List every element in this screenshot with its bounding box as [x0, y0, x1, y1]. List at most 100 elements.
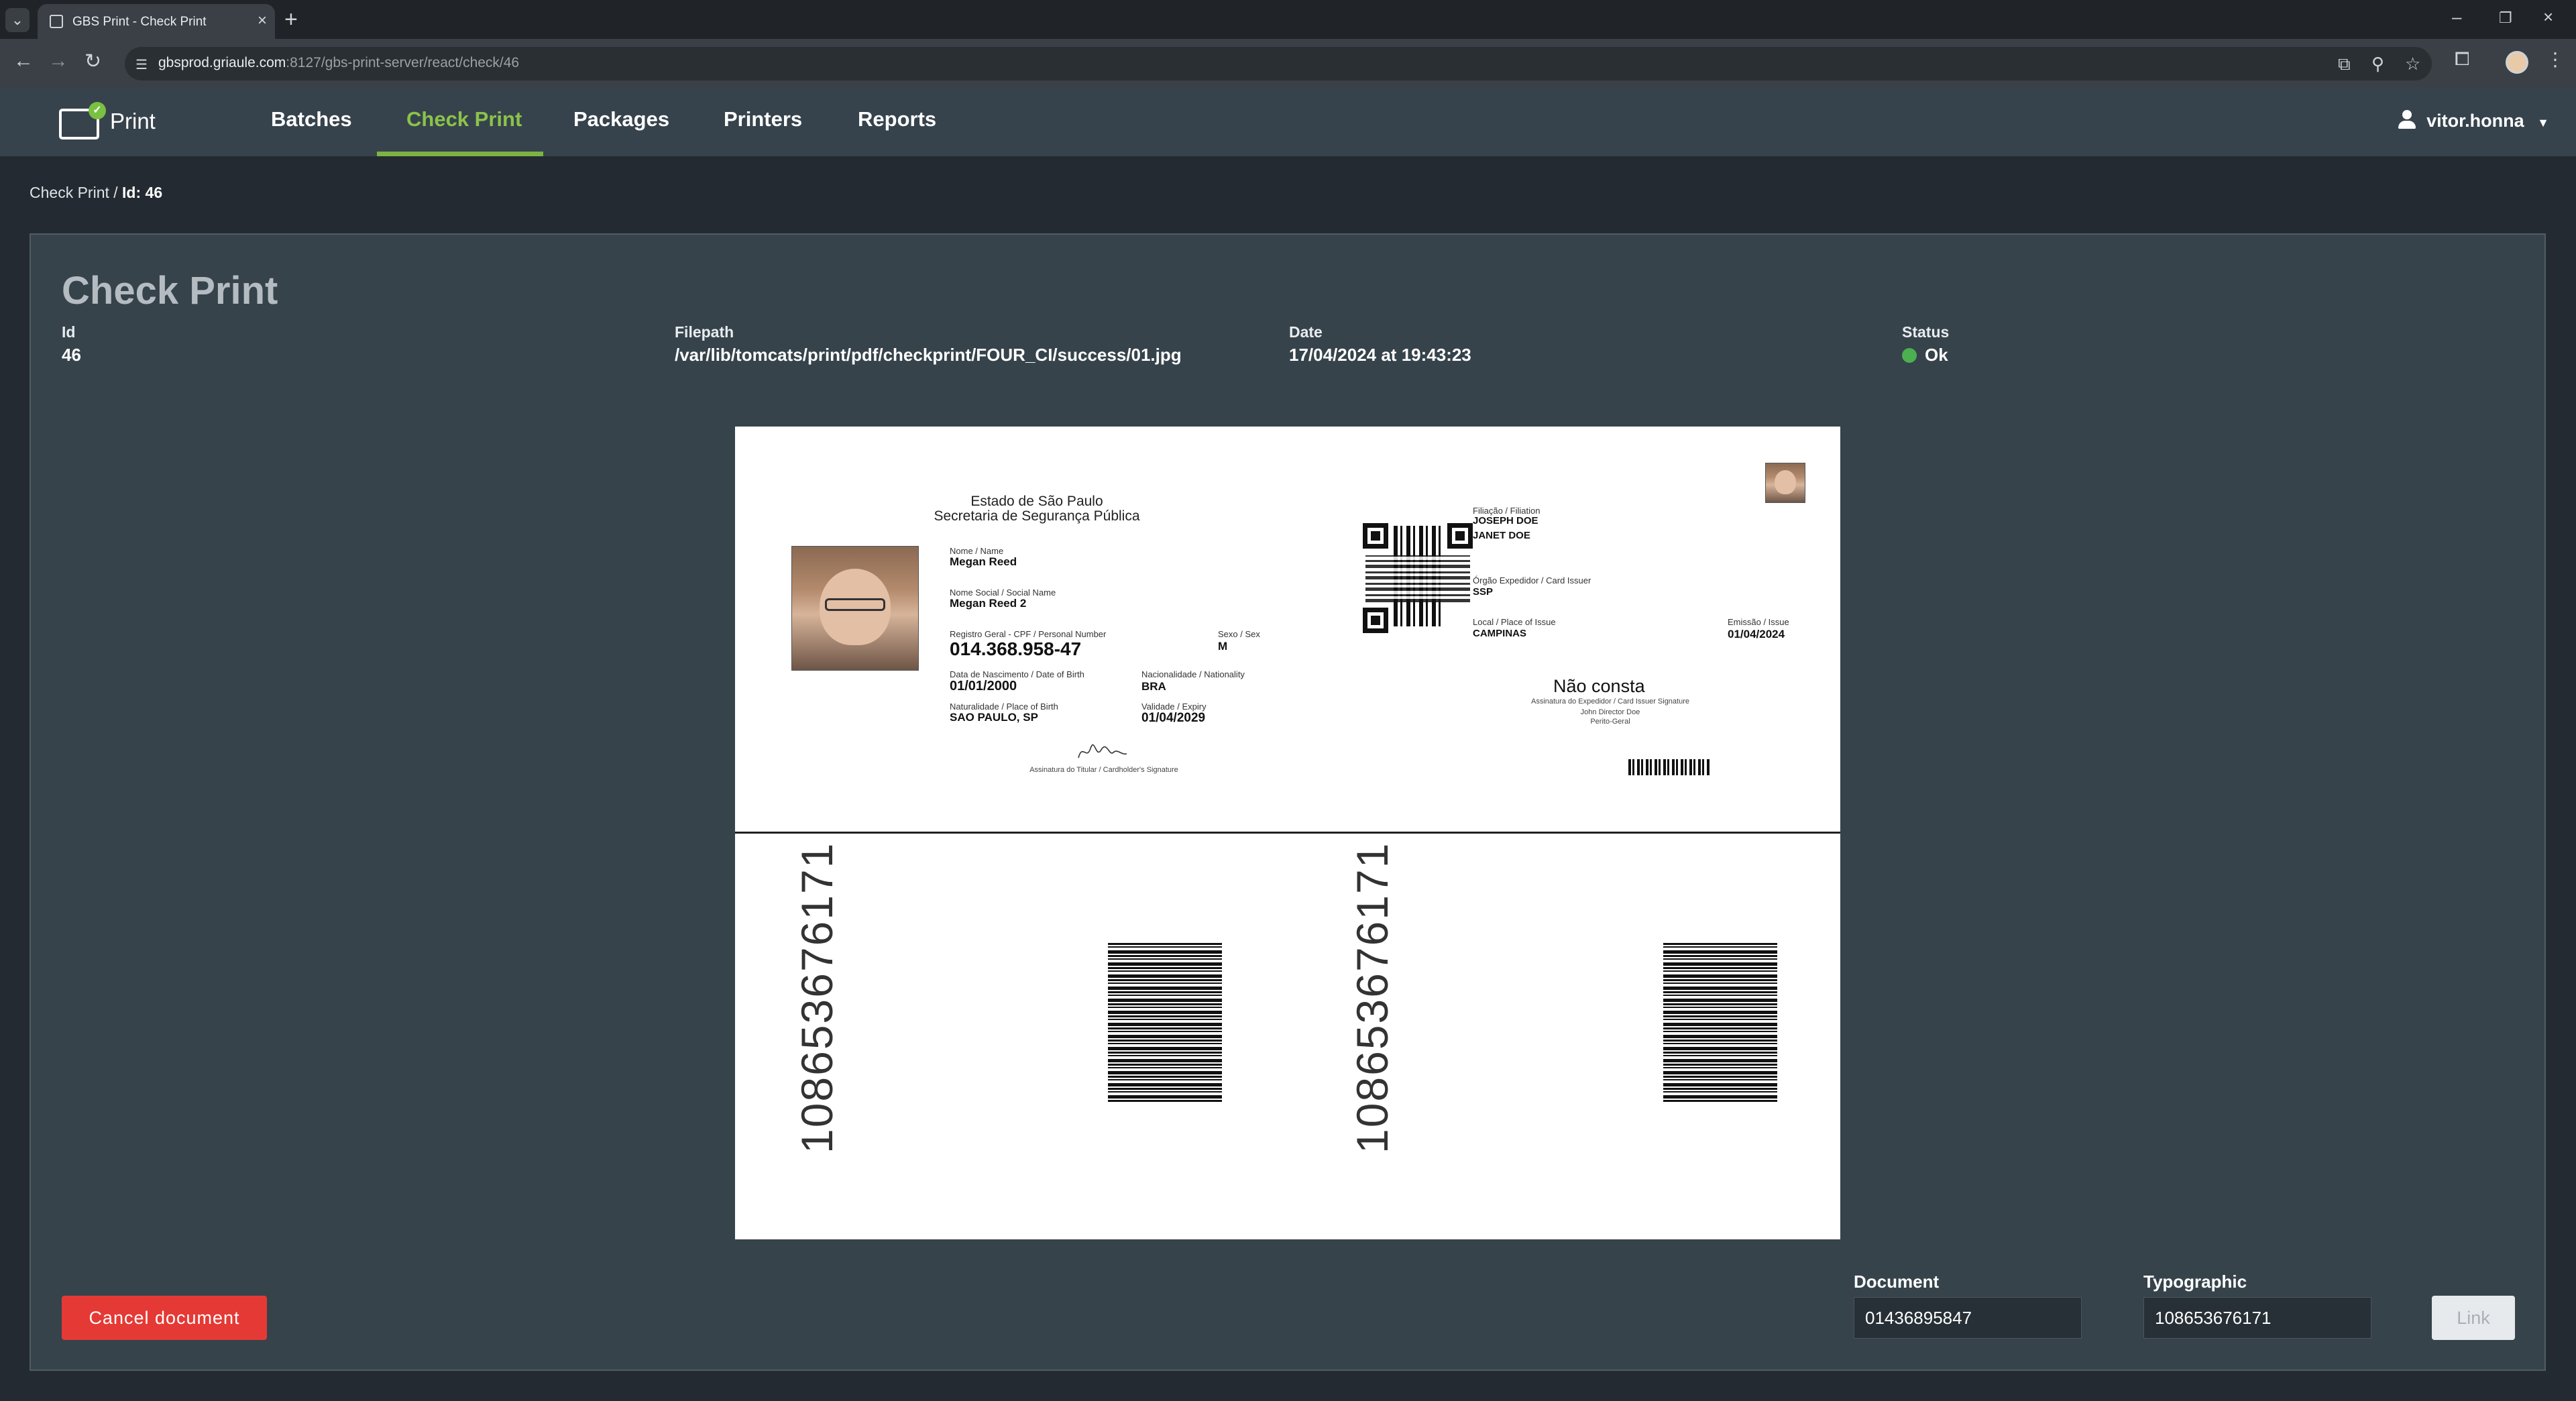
photo-face-small — [1774, 470, 1797, 495]
card-filiation-label: Filiação / Filiation — [1473, 506, 1541, 516]
caret-down-icon: ▼ — [2537, 116, 2549, 129]
zoom-icon[interactable]: ⚲ — [2371, 54, 2384, 74]
profile-avatar-icon[interactable] — [2506, 51, 2528, 74]
filepath-value: /var/lib/tomcats/print/pdf/checkprint/FO… — [675, 345, 1182, 365]
breadcrumb: Check Print / Id: 46 — [30, 184, 162, 202]
card-issuer-sig-label: Assinatura do Expedidor / Card Issuer Si… — [1530, 697, 1690, 706]
card-issuer-label: Órgão Expedidor / Card Issuer — [1473, 575, 1591, 585]
card-dob-value: 01/01/2000 — [950, 679, 1017, 693]
card-name-value: Megan Reed — [950, 555, 1017, 568]
card-cpf-label: Registro Geral - CPF / Personal Number — [950, 629, 1107, 639]
logo-text: Print — [110, 109, 156, 133]
install-app-icon[interactable]: ⧉ — [2338, 54, 2351, 75]
date-label: Date — [1289, 323, 1323, 341]
typographic-input[interactable]: 108653676171 — [2143, 1297, 2371, 1339]
card-filiation-1: JOSEPH DOE — [1473, 515, 1538, 526]
card-expiry-label: Validade / Expiry — [1141, 702, 1207, 712]
barcode-number-2: 108653676171 — [1347, 842, 1397, 1154]
extensions-icon[interactable]: ⧠ — [2455, 48, 2469, 70]
active-nav-indicator — [377, 152, 543, 156]
card-social-value: Megan Reed 2 — [950, 597, 1027, 610]
browser-tab[interactable]: GBS Print - Check Print × — [38, 4, 275, 39]
tab-close-icon[interactable]: × — [258, 11, 267, 30]
card-preview-image: Estado de São Paulo Secretaria de Segura… — [735, 427, 1840, 1239]
nav-printers[interactable]: Printers — [724, 107, 802, 131]
breadcrumb-separator: / — [113, 184, 118, 201]
user-icon — [2397, 110, 2417, 130]
card-issuer-line2: Secretaria de Segurança Pública — [934, 508, 1140, 524]
new-tab-icon[interactable]: + — [284, 7, 298, 33]
page-title: Check Print — [62, 269, 278, 313]
back-icon[interactable]: ← — [13, 50, 34, 72]
cancel-document-button[interactable]: Cancel document — [62, 1296, 267, 1340]
breadcrumb-current: Id: 46 — [122, 184, 163, 201]
tab-search-button[interactable]: ⌄ — [5, 8, 30, 32]
status-value: Ok — [1902, 345, 1948, 366]
check-badge-icon: ✓ — [89, 102, 106, 119]
card-sex-value: M — [1218, 640, 1228, 653]
check-print-panel: Check Print Id 46 Filepath /var/lib/tomc… — [30, 233, 2546, 1371]
card-social-label: Nome Social / Social Name — [950, 587, 1056, 598]
tab-favicon-icon — [50, 15, 63, 28]
filepath-label: Filepath — [675, 323, 734, 341]
card-place-issue-label: Local / Place of Issue — [1473, 617, 1556, 627]
card-nao-consta: Não consta — [1553, 676, 1645, 696]
photo-glasses — [824, 598, 886, 611]
card-issuer-name: John Director Doe — [1580, 708, 1640, 716]
link-button[interactable]: Link — [2432, 1296, 2515, 1340]
card-issuer-line1: Estado de São Paulo — [970, 494, 1103, 509]
forward-icon[interactable]: → — [48, 50, 68, 72]
card-sex-label: Sexo / Sex — [1218, 629, 1260, 639]
app-logo[interactable]: ✓ — [59, 102, 106, 139]
qr-code-image — [1363, 523, 1473, 633]
restore-icon[interactable]: ❐ — [2499, 9, 2512, 27]
window-close-icon[interactable]: × — [2543, 7, 2553, 27]
card-name-label: Nome / Name — [950, 546, 1004, 556]
date-value: 17/04/2024 at 19:43:23 — [1289, 345, 1471, 365]
nav-batches[interactable]: Batches — [271, 107, 352, 131]
minimize-icon[interactable]: – — [2452, 7, 2461, 27]
card-pob-value: SAO PAULO, SP — [950, 711, 1038, 724]
nav-packages[interactable]: Packages — [573, 107, 669, 131]
document-label: Document — [1854, 1272, 1940, 1292]
card-filiation-2: JANET DOE — [1473, 530, 1530, 541]
id-value: 46 — [62, 345, 81, 365]
id-label: Id — [62, 323, 76, 341]
card-side-divider — [735, 832, 1840, 834]
barcode-2-image — [1663, 943, 1777, 1103]
card-expiry-value: 01/04/2029 — [1141, 711, 1206, 725]
url-text: gbsprod.griaule.com:8127/gbs-print-serve… — [158, 55, 520, 70]
card-issue-value: 01/04/2024 — [1728, 628, 1785, 640]
card-nationality-value: BRA — [1141, 680, 1166, 693]
address-bar[interactable]: ☰ gbsprod.griaule.com:8127/gbs-print-ser… — [125, 47, 2432, 80]
user-menu[interactable]: vitor.honna ▼ — [2397, 110, 2549, 131]
card-holder-sig-label: Assinatura do Titular / Cardholder's Sig… — [1029, 766, 1178, 774]
browser-toolbar: ← → ↻ ☰ gbsprod.griaule.com:8127/gbs-pri… — [0, 39, 2576, 87]
card-nationality-label: Nacionalidade / Nationality — [1141, 669, 1245, 679]
bookmark-star-icon[interactable]: ☆ — [2405, 54, 2420, 74]
card-cpf-value: 014.368.958-47 — [950, 638, 1082, 659]
card-place-issue-value: CAMPINAS — [1473, 628, 1527, 639]
status-label: Status — [1902, 323, 1950, 341]
card-dob-label: Data de Nascimento / Date of Birth — [950, 669, 1084, 679]
document-input[interactable]: 01436895847 — [1854, 1297, 2082, 1339]
barcode-1-image — [1108, 943, 1222, 1103]
app-navbar: ✓ Print Batches Check Print Packages Pri… — [0, 87, 2576, 156]
browser-menu-icon[interactable]: ⋮ — [2546, 48, 2565, 70]
browser-tab-bar: ⌄ GBS Print - Check Print × + – ❐ × — [0, 0, 2576, 39]
card-issuer-value: SSP — [1473, 586, 1494, 598]
reload-icon[interactable]: ↻ — [85, 50, 101, 73]
breadcrumb-parent[interactable]: Check Print — [30, 184, 109, 201]
card-issuer-role: Perito-Geral — [1590, 718, 1630, 726]
status-ok-icon — [1902, 348, 1917, 363]
site-info-icon[interactable]: ☰ — [135, 56, 148, 73]
card-issue-label: Emissão / Issue — [1728, 617, 1789, 627]
holder-photo-small — [1765, 463, 1805, 503]
card-security-strip — [1628, 759, 1710, 775]
holder-signature-image — [1078, 744, 1127, 759]
card-pob-label: Naturalidade / Place of Birth — [950, 702, 1058, 712]
nav-check-print[interactable]: Check Print — [406, 107, 522, 131]
typographic-label: Typographic — [2143, 1272, 2247, 1292]
nav-reports[interactable]: Reports — [858, 107, 936, 131]
tab-title: GBS Print - Check Print — [72, 15, 207, 29]
